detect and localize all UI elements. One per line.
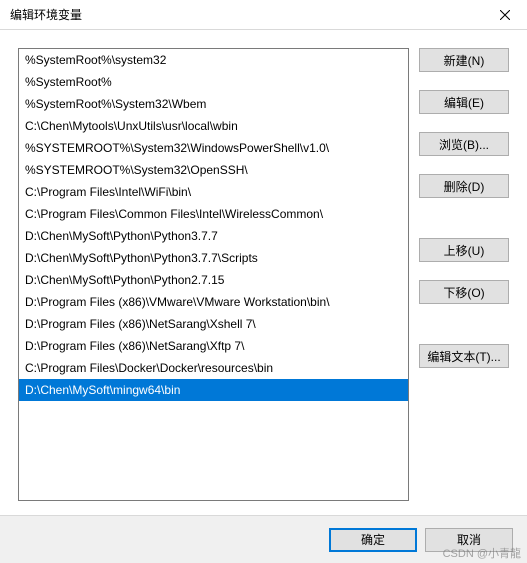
edit-button[interactable]: 编辑(E) [419,90,509,114]
side-button-column: 新建(N) 编辑(E) 浏览(B)... 删除(D) 上移(U) 下移(O) 编… [419,48,509,490]
list-item[interactable]: %SystemRoot% [19,71,408,93]
cancel-button[interactable]: 取消 [425,528,513,552]
list-item[interactable]: %SystemRoot%\System32\Wbem [19,93,408,115]
list-item[interactable]: D:\Chen\MySoft\mingw64\bin [19,379,408,401]
list-item[interactable]: D:\Program Files (x86)\NetSarang\Xshell … [19,313,408,335]
browse-button[interactable]: 浏览(B)... [419,132,509,156]
window-title: 编辑环境变量 [10,6,82,23]
close-icon [500,10,510,20]
path-listbox[interactable]: %SystemRoot%\system32%SystemRoot%%System… [18,48,409,501]
moveup-button[interactable]: 上移(U) [419,238,509,262]
edittext-button[interactable]: 编辑文本(T)... [419,344,509,368]
list-item[interactable]: D:\Program Files (x86)\VMware\VMware Wor… [19,291,408,313]
list-item[interactable]: C:\Program Files\Intel\WiFi\bin\ [19,181,408,203]
list-item[interactable]: C:\Program Files\Common Files\Intel\Wire… [19,203,408,225]
ok-button[interactable]: 确定 [329,528,417,552]
titlebar: 编辑环境变量 [0,0,527,30]
list-item[interactable]: %SYSTEMROOT%\System32\WindowsPowerShell\… [19,137,408,159]
content-area: %SystemRoot%\system32%SystemRoot%%System… [0,30,527,508]
list-item[interactable]: D:\Chen\MySoft\Python\Python2.7.15 [19,269,408,291]
list-item[interactable]: D:\Program Files (x86)\NetSarang\Xftp 7\ [19,335,408,357]
list-item[interactable]: C:\Program Files\Docker\Docker\resources… [19,357,408,379]
list-item[interactable]: C:\Chen\Mytools\UnxUtils\usr\local\wbin [19,115,408,137]
new-button[interactable]: 新建(N) [419,48,509,72]
close-button[interactable] [482,0,527,30]
delete-button[interactable]: 删除(D) [419,174,509,198]
list-item[interactable]: %SYSTEMROOT%\System32\OpenSSH\ [19,159,408,181]
footer: 确定 取消 [0,515,527,563]
list-item[interactable]: %SystemRoot%\system32 [19,49,408,71]
list-item[interactable]: D:\Chen\MySoft\Python\Python3.7.7\Script… [19,247,408,269]
path-list-inner: %SystemRoot%\system32%SystemRoot%%System… [19,49,408,401]
list-item[interactable]: D:\Chen\MySoft\Python\Python3.7.7 [19,225,408,247]
movedown-button[interactable]: 下移(O) [419,280,509,304]
